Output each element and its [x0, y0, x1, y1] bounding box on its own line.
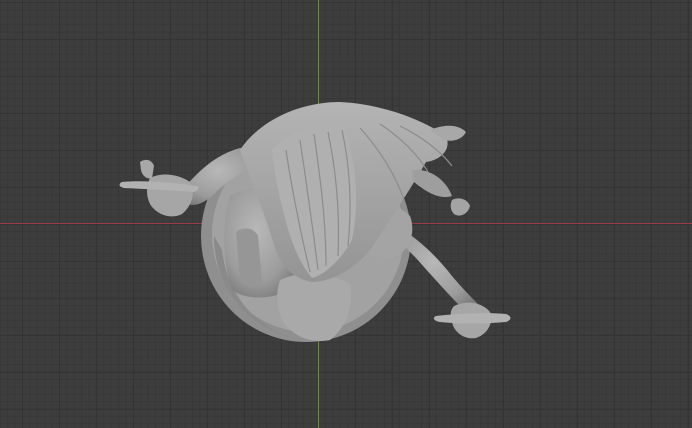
3d-viewport[interactable]	[0, 0, 692, 428]
right-arm	[396, 198, 511, 339]
sculpted-figure-mesh[interactable]	[0, 0, 692, 428]
